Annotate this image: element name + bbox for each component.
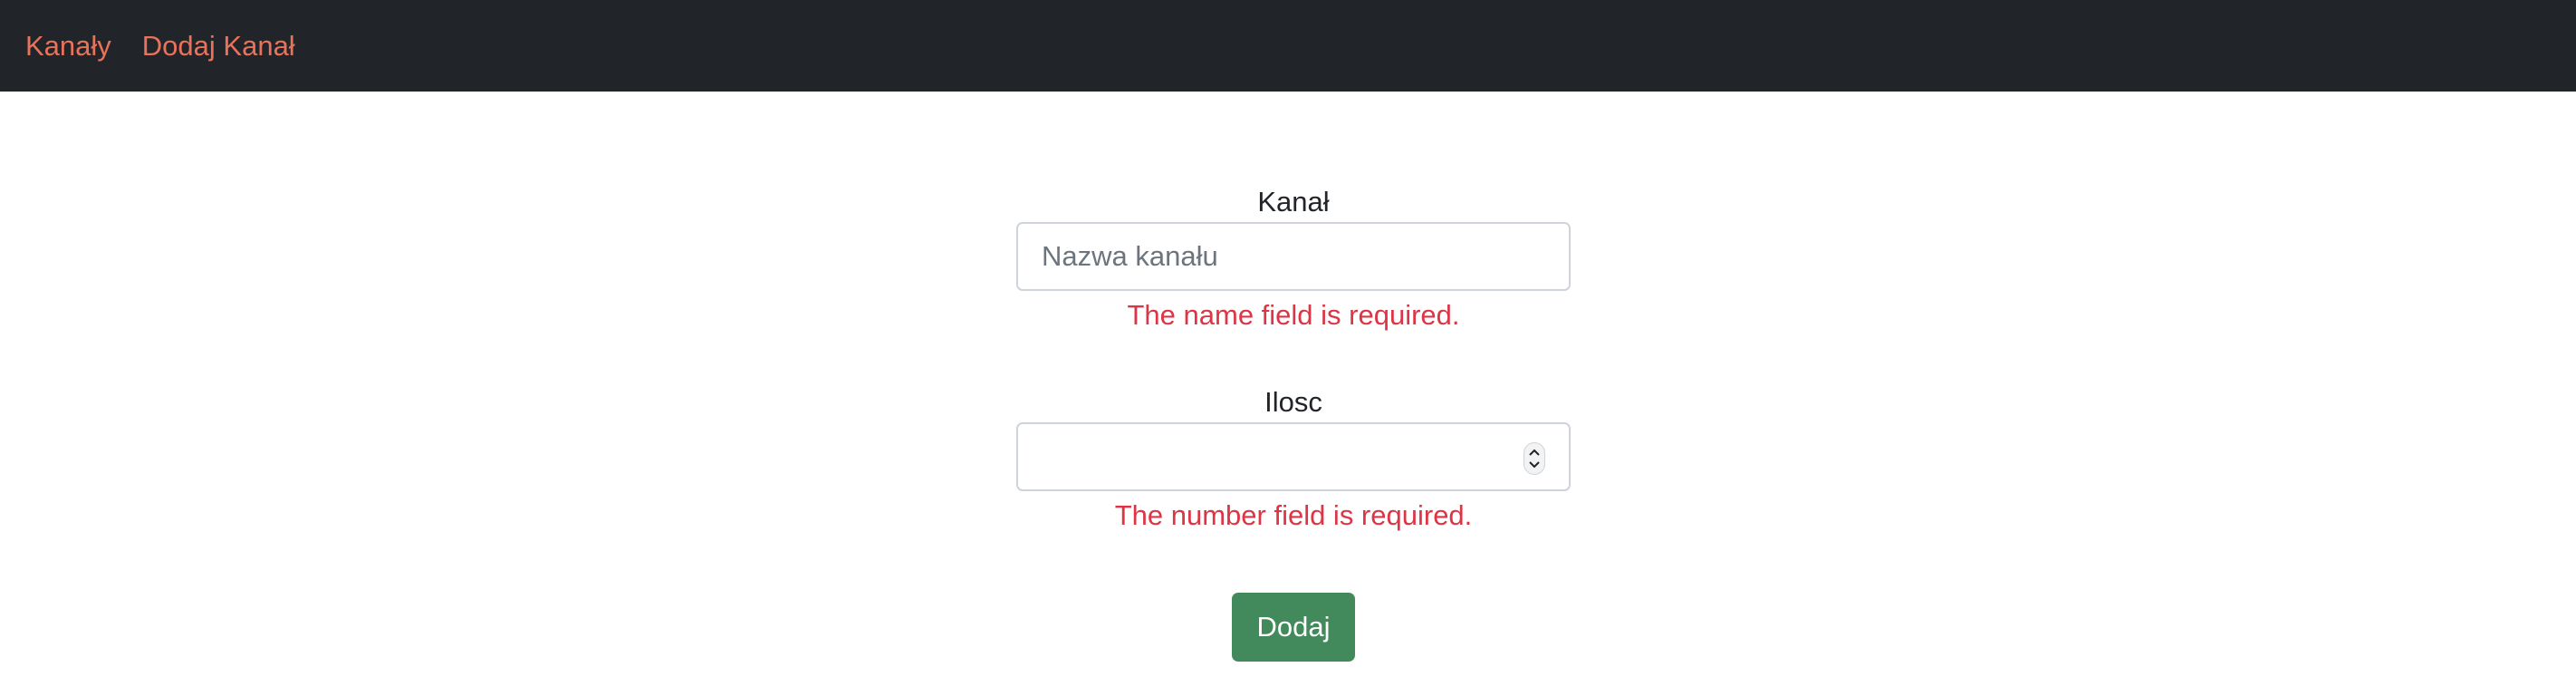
top-navbar: Kanały Dodaj Kanał xyxy=(0,0,2576,92)
nav-link-dodaj-kanal[interactable]: Dodaj Kanał xyxy=(142,30,295,63)
channel-name-input[interactable] xyxy=(1018,224,1569,289)
channel-name-label: Kanał xyxy=(1257,186,1330,218)
add-channel-form: Kanał The name field is required. Ilosc … xyxy=(1016,181,1571,540)
quantity-input[interactable] xyxy=(1018,424,1569,489)
field-gap xyxy=(1016,340,1571,382)
submit-button-wrapper: Dodaj xyxy=(1232,593,1355,662)
channel-name-error: The name field is required. xyxy=(1127,299,1460,331)
up-down-chevron-icon xyxy=(1529,449,1540,469)
quantity-error: The number field is required. xyxy=(1114,499,1473,531)
quantity-input-wrapper xyxy=(1016,422,1571,491)
nav-link-kanaly[interactable]: Kanały xyxy=(25,30,111,63)
channel-name-input-wrapper xyxy=(1016,222,1571,291)
quantity-spinner[interactable] xyxy=(1523,442,1545,475)
submit-button[interactable]: Dodaj xyxy=(1232,593,1355,662)
quantity-label: Ilosc xyxy=(1264,386,1322,418)
